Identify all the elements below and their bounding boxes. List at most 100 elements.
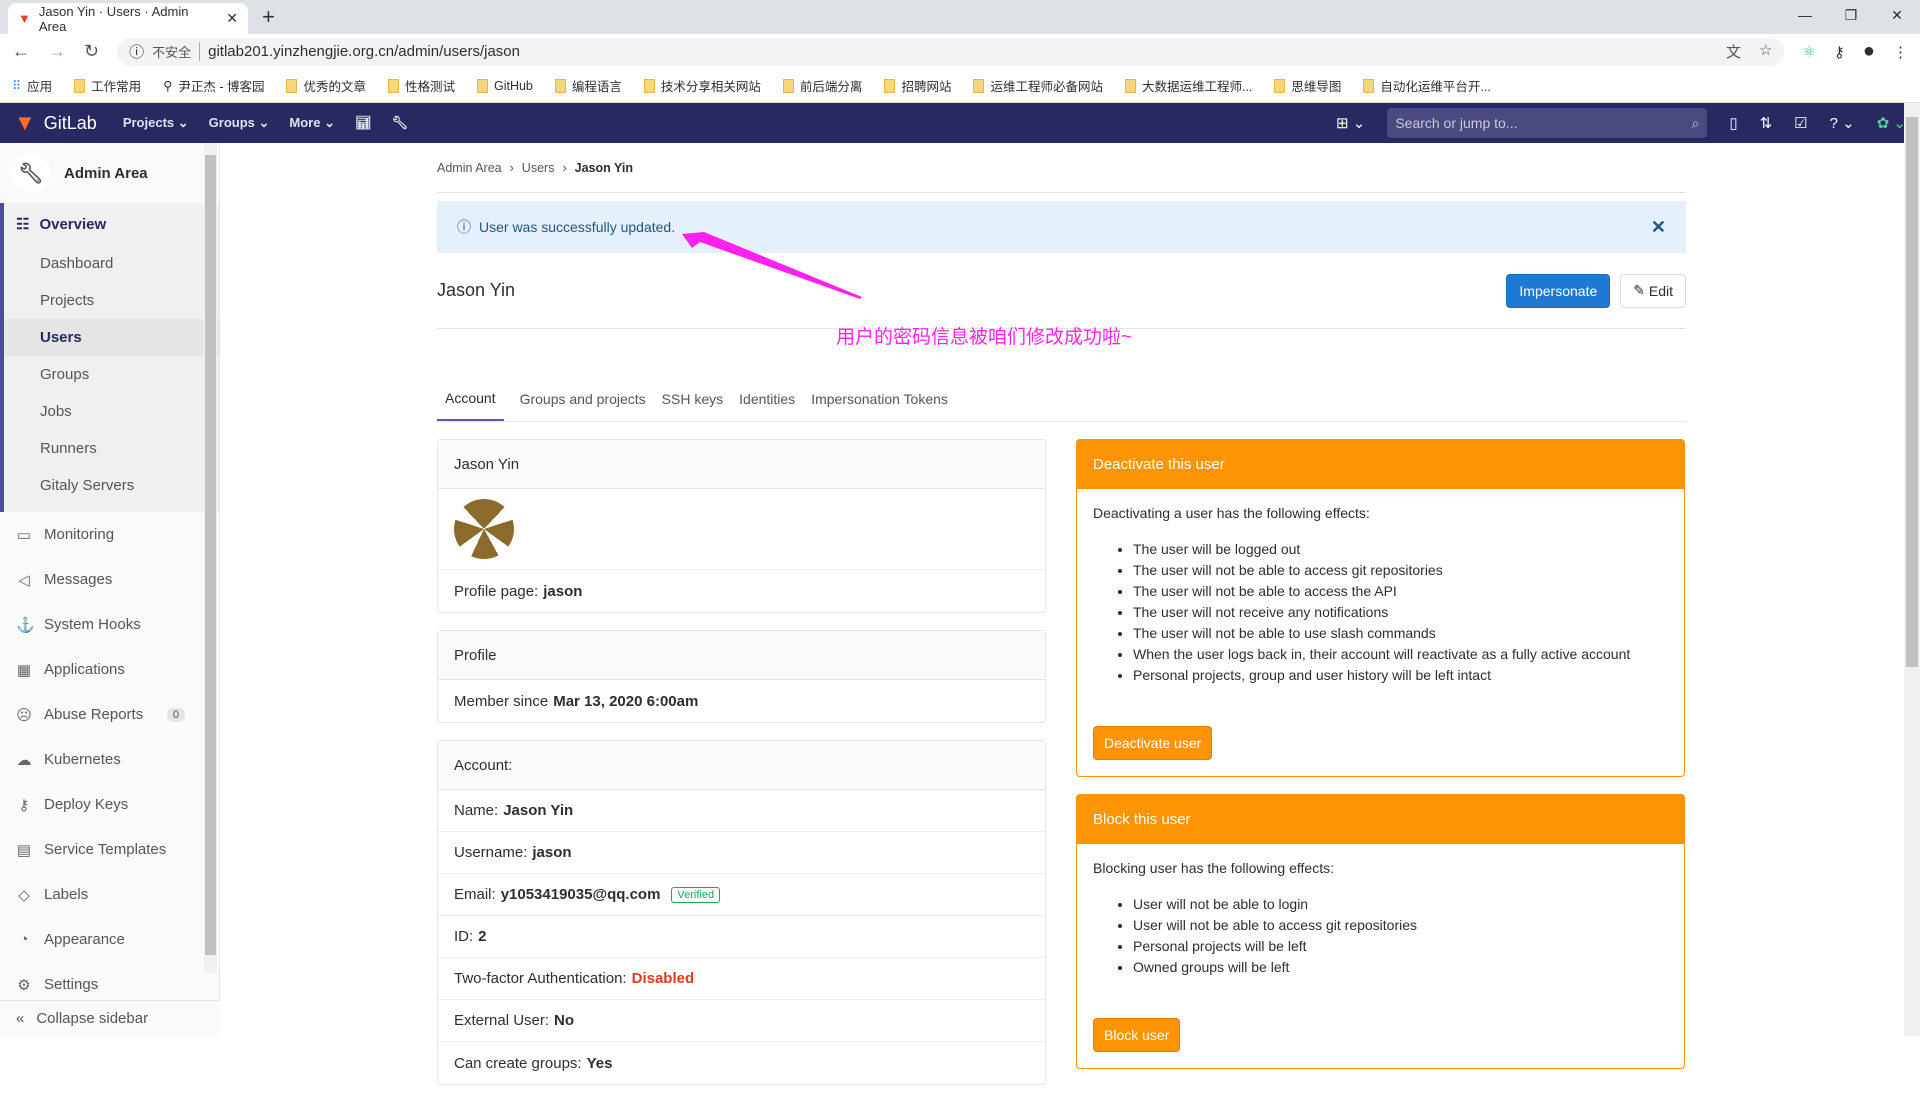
bookmark-item[interactable]: GitHub xyxy=(476,78,533,93)
sad-face-icon: ☹ xyxy=(16,706,32,724)
account-row: Can create groups: Yes xyxy=(454,1054,613,1072)
restore-icon[interactable]: ❐ xyxy=(1828,0,1874,30)
bookmark-item[interactable]: 运维工程师必备网站 xyxy=(973,76,1103,95)
effect-item: The user will be logged out xyxy=(1133,539,1668,560)
menu-icon[interactable]: ⋮ xyxy=(1893,43,1908,61)
address-bar-row: ← → ↻ ⓘ 不安全 gitlab201.yinzhengjie.org.cn… xyxy=(0,34,1920,69)
admin-wrench-icon[interactable]: 🔧︎ xyxy=(392,115,409,131)
breadcrumb-users[interactable]: Users xyxy=(522,161,555,175)
bookmark-item[interactable]: 自动化运维平台开... xyxy=(1363,76,1491,95)
minimize-icon[interactable]: — xyxy=(1782,0,1828,30)
effect-item: Personal projects, group and user histor… xyxy=(1133,665,1668,686)
url-input[interactable]: ⓘ 不安全 gitlab201.yinzhengjie.org.cn/admin… xyxy=(117,37,1785,66)
issues-icon[interactable]: ▯ xyxy=(1729,114,1737,132)
page-scrollbar[interactable] xyxy=(1904,103,1920,1036)
deactivate-card: Deactivate this user Deactivating a user… xyxy=(1076,439,1685,777)
label-icon: ◇ xyxy=(18,886,30,904)
sidebar-item-runners[interactable]: Runners xyxy=(4,430,219,467)
bookmark-item[interactable]: 性格测试 xyxy=(387,76,455,95)
bookmark-item[interactable]: 编程语言 xyxy=(554,76,622,95)
tab-identities[interactable]: Identities xyxy=(739,377,795,421)
sidebar-item-gitaly-servers[interactable]: Gitaly Servers xyxy=(4,467,219,504)
sidebar-item-appearance[interactable]: ◔ Appearance xyxy=(0,917,219,962)
edit-button[interactable]: ✎ Edit xyxy=(1620,273,1686,308)
impersonate-button[interactable]: Impersonate xyxy=(1506,273,1611,308)
sidebar-item-system-hooks[interactable]: ⚓ System Hooks xyxy=(0,602,219,647)
sidebar-item-overview[interactable]: ☷ Overview xyxy=(4,203,219,245)
star-icon[interactable]: ☆ xyxy=(1759,41,1772,62)
overview-icon: ☷ xyxy=(16,216,30,233)
sidebar-item-labels[interactable]: ◇ Labels xyxy=(0,872,219,917)
tab-account[interactable]: Account xyxy=(437,377,504,421)
forward-icon[interactable]: → xyxy=(48,41,66,62)
bookmark-item[interactable]: 工作常用 xyxy=(74,76,141,95)
menu-more[interactable]: More ⌄ xyxy=(289,115,335,131)
close-window-icon[interactable]: ✕ xyxy=(1874,0,1920,30)
bookmark-item[interactable]: 技术分享相关网站 xyxy=(643,76,761,95)
sidebar-item-kubernetes[interactable]: ☁ Kubernetes xyxy=(0,737,219,782)
sidebar-item-service-templates[interactable]: ▤ Service Templates xyxy=(0,827,219,872)
translate-icon[interactable]: 文 xyxy=(1726,41,1741,62)
effect-item: The user will not be able to access the … xyxy=(1133,581,1668,602)
todos-icon[interactable]: ☑ xyxy=(1794,114,1807,132)
effect-item: Personal projects will be left xyxy=(1133,936,1668,957)
menu-projects[interactable]: Projects ⌄ xyxy=(123,115,189,131)
profile-link[interactable]: jason xyxy=(543,583,582,600)
gitlab-favicon-icon: ▼ xyxy=(18,11,31,26)
folder-icon xyxy=(74,78,86,93)
bookmark-item[interactable]: 前后端分离 xyxy=(782,76,862,95)
bookmark-item[interactable]: 大数据运维工程师... xyxy=(1124,76,1252,95)
account-icon[interactable]: ● xyxy=(1863,40,1875,63)
help-icon[interactable]: ? ⌄ xyxy=(1830,114,1855,132)
back-icon[interactable]: ← xyxy=(12,41,30,62)
folder-icon xyxy=(884,78,896,93)
sidebar-item-users[interactable]: Users xyxy=(4,319,219,356)
search-icon: ⌕ xyxy=(1691,114,1700,131)
new-plus-icon[interactable]: ⊞ ⌄ xyxy=(1336,114,1365,132)
sidebar-item-groups[interactable]: Groups xyxy=(4,356,219,393)
sidebar-item-jobs[interactable]: Jobs xyxy=(4,393,219,430)
bookmark-item[interactable]: ⠿ 应用 xyxy=(12,76,52,95)
reload-icon[interactable]: ↻ xyxy=(84,41,99,62)
merge-requests-icon[interactable]: ⇅ xyxy=(1760,114,1773,132)
sidebar-item-dashboard[interactable]: Dashboard xyxy=(4,245,219,282)
close-tab-icon[interactable]: ✕ xyxy=(226,10,238,27)
sidebar-item-applications[interactable]: ▦ Applications xyxy=(0,647,219,692)
new-tab-icon[interactable]: + xyxy=(262,4,275,30)
info-icon: ⓘ xyxy=(457,219,471,235)
sidebar-item-messages[interactable]: ◁ Messages xyxy=(0,557,219,602)
sidebar-item-projects[interactable]: Projects xyxy=(4,282,219,319)
user-card: Jason Yin Profile page: jason xyxy=(437,439,1046,613)
tab-impersonation-tokens[interactable]: Impersonation Tokens xyxy=(811,377,948,421)
bookmark-item[interactable]: ⚲ 尹正杰 - 博客园 xyxy=(163,76,264,95)
bookmark-item[interactable]: 思维导图 xyxy=(1274,76,1341,95)
breadcrumb-current[interactable]: Jason Yin xyxy=(575,161,633,175)
tab-groups-and-projects[interactable]: Groups and projects xyxy=(520,377,646,421)
activity-chart-icon[interactable]: 📊︎ xyxy=(355,115,372,131)
collapse-sidebar-button[interactable]: «Collapse sidebar xyxy=(0,1000,220,1036)
breadcrumb: Admin Area › Users › Jason Yin xyxy=(437,143,1686,193)
sidebar: 🔧︎ Admin Area ☷ Overview Dashboard Projects… xyxy=(0,143,220,1036)
gitlab-logo[interactable]: ▼ GitLab xyxy=(14,110,97,136)
account-row: Username: jason xyxy=(438,832,1045,874)
close-icon[interactable]: ✕ xyxy=(1651,217,1666,238)
breadcrumb-admin[interactable]: Admin Area xyxy=(437,161,502,175)
user-avatar[interactable]: ✿ ⌄ xyxy=(1877,114,1906,132)
sidebar-item-monitoring[interactable]: ▭ Monitoring xyxy=(0,512,219,557)
deactivate-user-button[interactable]: Deactivate user xyxy=(1093,726,1213,760)
effect-item: User will not be able to access git repo… xyxy=(1133,915,1668,936)
key-icon[interactable]: ⚷ xyxy=(1834,43,1845,61)
menu-groups[interactable]: Groups ⌄ xyxy=(209,115,270,131)
block-user-button[interactable]: Block user xyxy=(1093,1018,1181,1052)
browser-tabbar: ▼ Jason Yin · Users · Admin Area ✕ + — ❐ ✕ xyxy=(0,0,1920,34)
effect-item: The user will not be able to use slash c… xyxy=(1133,623,1668,644)
sidebar-item-abuse-reports[interactable]: ☹ Abuse Reports 0 xyxy=(0,692,219,737)
bookmark-item[interactable]: 优秀的文章 xyxy=(286,76,366,95)
search-input[interactable]: Search or jump to... ⌕ xyxy=(1387,108,1708,138)
bookmark-item[interactable]: 招聘网站 xyxy=(884,76,951,95)
browser-tab[interactable]: ▼ Jason Yin · Users · Admin Area ✕ xyxy=(8,3,248,34)
extension-icon[interactable]: ⚛ xyxy=(1802,43,1815,61)
sidebar-item-deploy-keys[interactable]: ⚷ Deploy Keys xyxy=(0,782,219,827)
tab-ssh-keys[interactable]: SSH keys xyxy=(662,377,723,421)
sidebar-scrollbar[interactable] xyxy=(204,143,217,973)
